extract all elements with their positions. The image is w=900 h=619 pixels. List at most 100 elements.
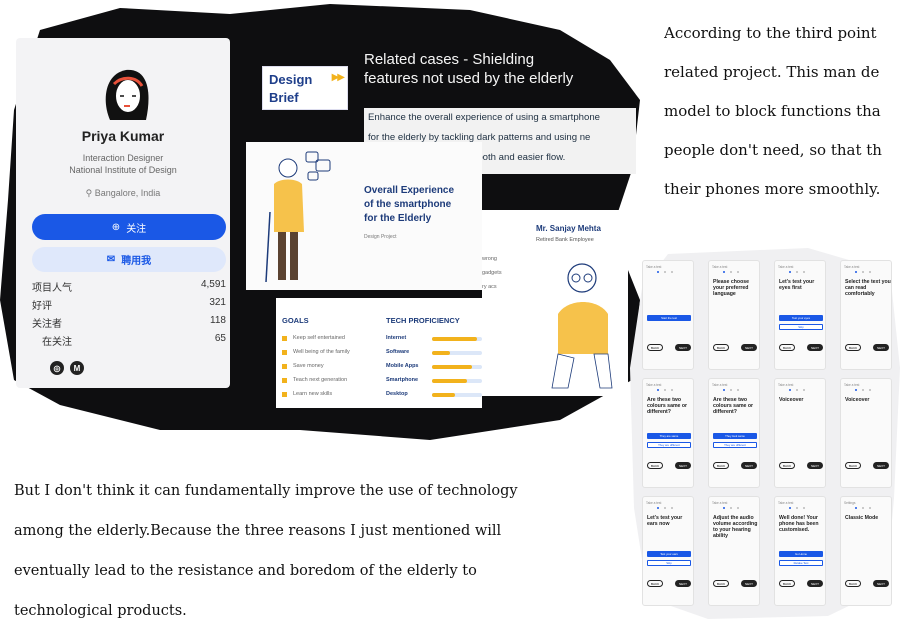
tech-row: Mobile Apps [386, 363, 482, 373]
progress-dot [796, 507, 798, 509]
stat-row: 在关注 65 [42, 333, 226, 348]
location-pin-icon: ⚲ [85, 188, 93, 198]
mail-icon: ✉ [106, 254, 116, 265]
profile-stats: 项目人气 4,591 好评 321 关注者 118 在关注 65 [32, 279, 226, 351]
phone-secondary-button[interactable]: Skip [779, 324, 823, 330]
next-button[interactable]: NEXT [806, 580, 823, 587]
phone-heading: Let's test your eyes first [779, 279, 815, 291]
back-button[interactable]: BACK [779, 344, 796, 351]
next-button[interactable]: NEXT [674, 580, 691, 587]
back-button[interactable]: BACK [779, 580, 796, 587]
tech-row: Desktop [386, 391, 482, 401]
phone-screens-collage: Take a test Start the test BACK NEXT Take a … [628, 248, 900, 619]
phone-secondary-button[interactable]: They are different [647, 442, 691, 448]
next-button[interactable]: NEXT [740, 580, 757, 587]
medium-icon[interactable]: M [70, 361, 84, 375]
phone-primary-button[interactable]: Test your eyes [779, 315, 823, 321]
progress-dot [730, 271, 732, 273]
back-button[interactable]: BACK [845, 344, 862, 351]
next-button[interactable]: NEXT [674, 462, 691, 469]
next-button[interactable]: NEXT [740, 462, 757, 469]
next-button[interactable]: NEXT [740, 344, 757, 351]
back-button[interactable]: BACK [647, 462, 664, 469]
progress-dot [664, 389, 666, 391]
profile-card: Priya Kumar Interaction Designer Nationa… [16, 38, 230, 388]
phone-screen: Take a test Well done! Your phone has bee… [774, 496, 826, 606]
phone-header: Take a test [778, 265, 794, 269]
proficiency-bar [432, 365, 482, 369]
phone-nav: BACK NEXT [647, 580, 691, 587]
phone-secondary-button[interactable]: They are different [713, 442, 757, 448]
phone-primary-button[interactable]: They are same [647, 433, 691, 439]
progress-dot [789, 271, 791, 273]
phone-header: Take a test [844, 383, 860, 387]
next-button[interactable]: NEXT [806, 344, 823, 351]
proficiency-fill [432, 351, 450, 355]
persona-role: Retired Bank Employee [536, 237, 594, 243]
progress-dot [789, 507, 791, 509]
plus-circle-icon: ⊕ [111, 221, 121, 233]
progress-dot [862, 507, 864, 509]
progress-dots [723, 507, 739, 509]
progress-dot [723, 507, 725, 509]
back-button[interactable]: BACK [845, 462, 862, 469]
phone-nav: BACK NEXT [713, 462, 757, 469]
next-button[interactable]: NEXT [872, 344, 889, 351]
phone-primary-button[interactable]: Test your ears [647, 551, 691, 557]
tech-row: Software [386, 349, 482, 359]
phone-header: Take a test [778, 501, 794, 505]
back-button[interactable]: BACK [713, 344, 730, 351]
proficiency-fill [432, 365, 472, 369]
follow-button[interactable]: ⊕ 关注 [32, 214, 226, 240]
phone-heading: Classic Mode [845, 515, 879, 521]
progress-dot [855, 389, 857, 391]
back-button[interactable]: BACK [779, 462, 796, 469]
phone-screen: Take a test Let's test your ears now Test … [642, 496, 694, 606]
proficiency-fill [432, 337, 477, 341]
next-button[interactable]: NEXT [806, 462, 823, 469]
proficiency-fill [432, 393, 455, 397]
stat-row: 关注者 118 [32, 315, 226, 330]
back-button[interactable]: BACK [647, 344, 664, 351]
phone-screen: Take a test Are these two colours same or… [708, 378, 760, 488]
text-line: But I don't think it can fundamentally i… [14, 483, 518, 499]
phone-heading: Let's test your ears now [647, 515, 683, 527]
text-line: people don't need, so that th [664, 141, 882, 159]
globe-icon[interactable]: ◎ [50, 361, 64, 375]
phone-heading: Adjust the audio volume according to you… [713, 515, 758, 539]
phone-header: Take a test [712, 383, 728, 387]
next-button[interactable]: NEXT [872, 580, 889, 587]
project-slide: Overall Experience of the smartphone for… [246, 142, 482, 290]
phone-nav: BACK NEXT [845, 462, 889, 469]
phone-heading: Voiceover [845, 397, 870, 403]
phone-nav: BACK NEXT [647, 462, 691, 469]
back-button[interactable]: BACK [845, 580, 862, 587]
phone-screen: Take a test Start the test BACK NEXT [642, 260, 694, 370]
back-button[interactable]: BACK [647, 580, 664, 587]
progress-dot [723, 271, 725, 273]
goal-item: Learn new skills [282, 391, 332, 397]
phone-nav: BACK NEXT [845, 344, 889, 351]
phone-primary-button[interactable]: Start the test [647, 315, 691, 321]
next-button[interactable]: NEXT [674, 344, 691, 351]
back-button[interactable]: BACK [713, 462, 730, 469]
proficiency-bar [432, 337, 482, 341]
phone-header: Take a test [778, 383, 794, 387]
phone-secondary-button[interactable]: Skip [647, 560, 691, 566]
progress-dots [723, 389, 739, 391]
progress-dots [657, 507, 673, 509]
progress-dot [869, 271, 871, 273]
hire-me-button[interactable]: ✉ 聘用我 [32, 247, 226, 272]
phone-primary-button[interactable]: They look same [713, 433, 757, 439]
progress-dot [664, 507, 666, 509]
phone-nav: BACK NEXT [647, 344, 691, 351]
progress-dot [862, 389, 864, 391]
slide-subtitle: Design Project [364, 234, 397, 240]
slide-title: Overall Experience of the smartphone for… [364, 185, 455, 224]
phone-primary-button[interactable]: Go Home [779, 551, 823, 557]
phone-heading: Select the text you can read comfortably [845, 279, 891, 297]
progress-dot [671, 271, 673, 273]
next-button[interactable]: NEXT [872, 462, 889, 469]
phone-secondary-button[interactable]: Retake Test [779, 560, 823, 566]
back-button[interactable]: BACK [713, 580, 730, 587]
